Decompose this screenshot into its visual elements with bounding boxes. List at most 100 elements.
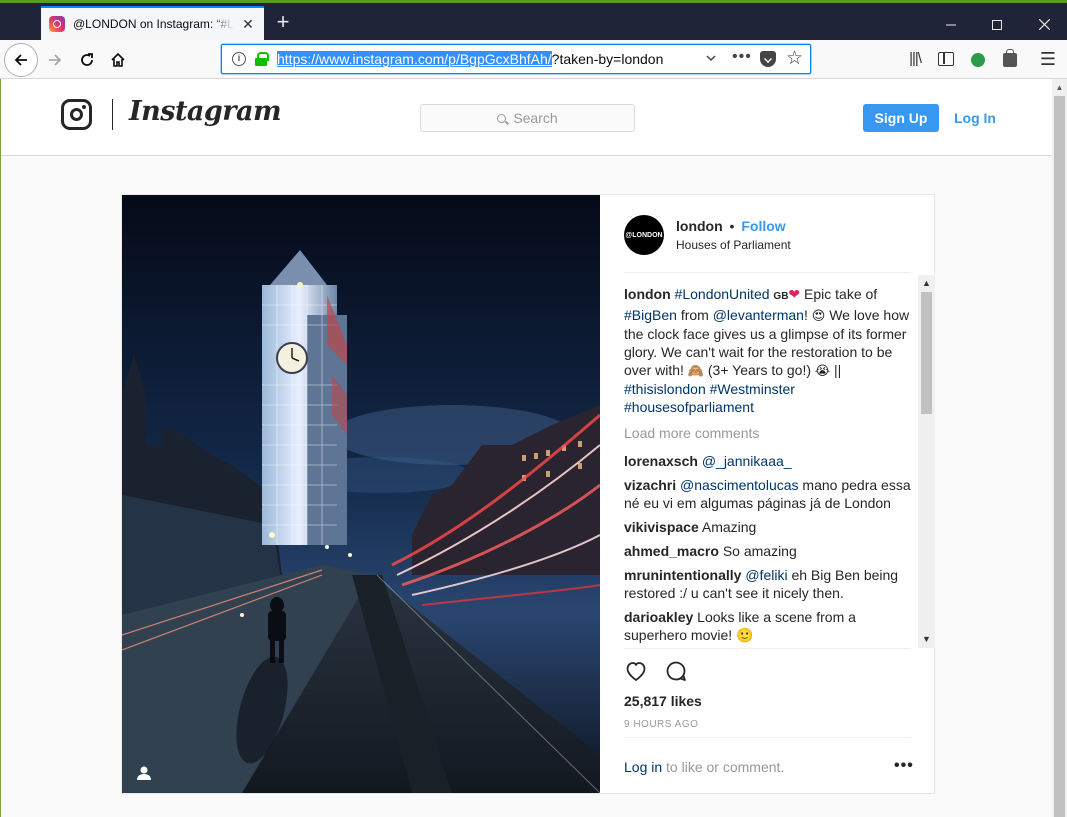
comment-username[interactable]: vikivispace <box>624 519 699 535</box>
post-timestamp[interactable]: 9 HOURS AGO <box>624 719 698 730</box>
comment-item: vikivispace Amazing <box>624 518 911 536</box>
bookmark-star-icon[interactable]: ☆ <box>786 47 803 70</box>
sidebar-icon[interactable] <box>936 49 956 69</box>
tab-close-icon[interactable]: ✕ <box>240 16 256 32</box>
search-icon <box>497 113 507 123</box>
page-scrollbar[interactable]: ▲ <box>1052 79 1067 817</box>
comment-item: mrunintentionally @feliki eh Big Ben bei… <box>624 566 911 602</box>
sign-up-button[interactable]: Sign Up <box>863 104 939 132</box>
hamburger-menu-icon[interactable]: ☰ <box>1038 49 1058 69</box>
comment-text: So amazing <box>722 543 797 559</box>
tab-title: @LONDON on Instagram: “#LondonUnited <box>73 17 234 31</box>
comment-username[interactable]: vizachri <box>624 477 676 493</box>
comment-username[interactable]: lorenaxsch <box>624 453 698 469</box>
log-in-link[interactable]: Log In <box>954 110 996 126</box>
pocket-icon[interactable] <box>760 51 776 67</box>
comments-list[interactable]: london #LondonUnited GB❤ Epic take of #B… <box>624 285 911 647</box>
caption: london #LondonUnited GB❤ Epic take of #B… <box>624 285 911 416</box>
search-placeholder: Search <box>513 110 558 126</box>
page-scrollbar-thumb[interactable] <box>1054 96 1065 817</box>
instagram-header: Instagram Search Sign Up Log In <box>1 79 1052 156</box>
hashtag-link[interactable]: #Westminster <box>710 381 795 397</box>
comment-username[interactable]: darioakley <box>624 609 693 625</box>
url-text[interactable]: https://www.instagram.com/p/BgpGcxBhfAh/… <box>277 51 663 67</box>
forward-button[interactable] <box>40 45 70 75</box>
comment-username[interactable]: mrunintentionally <box>624 567 741 583</box>
load-more-comments-link[interactable]: Load more comments <box>624 424 911 442</box>
login-link[interactable]: Log in <box>624 759 662 775</box>
mention-link[interactable]: @nascimentolucas <box>680 477 799 493</box>
comment-item: lorenaxsch @_jannikaaa_ <box>624 452 911 470</box>
crying-emoji: 😭 <box>814 363 831 378</box>
gb-flag-emoji: GB <box>773 291 789 302</box>
comment-icon[interactable] <box>664 659 688 683</box>
divider <box>624 648 911 649</box>
window-minimize-button[interactable] <box>928 6 974 43</box>
window-close-button[interactable] <box>1021 6 1067 43</box>
see-no-evil-emoji: 🙈 <box>687 363 704 378</box>
scrollbar-thumb[interactable] <box>921 292 932 414</box>
hashtag-link[interactable]: #LondonUnited <box>675 286 770 302</box>
post-owner-line: london • Follow <box>676 218 786 234</box>
comment-item: vizachri @nascimentolucas mano pedra ess… <box>624 476 911 512</box>
reload-button[interactable] <box>72 45 102 75</box>
divider <box>624 737 911 738</box>
browser-tab-active[interactable]: @LONDON on Instagram: “#LondonUnited ✕ <box>41 6 264 40</box>
login-prompt-text: to like or comment. <box>662 759 785 775</box>
heart-icon[interactable] <box>624 659 648 683</box>
comment-username[interactable]: ahmed_macro <box>624 543 719 559</box>
new-tab-button[interactable]: + <box>271 11 295 35</box>
hashtag-link[interactable]: #BigBen <box>624 307 677 323</box>
post-photo[interactable] <box>122 195 600 793</box>
mention-link[interactable]: @levanterman <box>713 307 804 323</box>
hashtag-link[interactable]: #thisislondon <box>624 381 706 397</box>
home-button[interactable] <box>103 45 133 75</box>
scroll-down-icon[interactable]: ▼ <box>918 631 935 648</box>
separator-dot: • <box>729 218 735 234</box>
hashtag-link[interactable]: #housesofparliament <box>624 399 754 415</box>
back-button[interactable] <box>4 43 38 77</box>
instagram-wordmark[interactable]: Instagram <box>129 96 282 127</box>
chevron-down-icon <box>706 55 716 62</box>
url-dropdown-icon[interactable] <box>706 52 716 66</box>
follow-button[interactable]: Follow <box>741 218 785 234</box>
extension-icon[interactable] <box>968 49 988 69</box>
minimize-icon <box>946 24 956 25</box>
more-options-button[interactable]: ••• <box>894 757 914 775</box>
library-icon[interactable]: |||\ <box>905 49 925 69</box>
post-location[interactable]: Houses of Parliament <box>676 238 791 252</box>
reload-icon <box>81 53 93 66</box>
comments-scrollbar[interactable]: ▲ ▼ <box>918 275 935 648</box>
avatar[interactable]: @LONDON <box>624 215 664 255</box>
post-sidebar: @LONDON london • Follow Houses of Parlia… <box>600 195 935 793</box>
site-info-icon[interactable]: i <box>232 52 246 66</box>
user-tag-icon[interactable] <box>136 765 152 781</box>
heart-emoji: ❤ <box>788 286 801 302</box>
instagram-favicon-icon <box>49 16 65 32</box>
scroll-up-icon[interactable]: ▲ <box>918 275 935 292</box>
close-icon <box>1038 19 1050 30</box>
caption-text: ! <box>803 307 812 323</box>
url-query-part: ?taken-by=london <box>551 51 664 67</box>
url-selected-part: https://www.instagram.com/p/BgpGcxBhfAh/ <box>277 51 552 67</box>
url-bar[interactable]: i https://www.instagram.com/p/BgpGcxBhfA… <box>221 44 811 74</box>
shopping-bag-icon[interactable] <box>1000 49 1020 69</box>
scroll-up-icon[interactable]: ▲ <box>1052 79 1067 96</box>
heart-eyes-emoji: 😍 <box>811 308 826 323</box>
instagram-camera-icon[interactable] <box>61 99 92 130</box>
page-actions-icon[interactable]: ••• <box>732 48 752 66</box>
caption-text: (3+ Years to go!) <box>704 362 815 378</box>
mention-link[interactable]: @feliki <box>745 567 787 583</box>
comment-username[interactable]: london <box>624 286 671 302</box>
comment-text: Amazing <box>701 519 757 535</box>
search-input[interactable]: Search <box>420 104 635 132</box>
caption-text: Epic take of <box>800 286 878 302</box>
owner-username[interactable]: london <box>676 218 723 234</box>
page-viewport: Instagram Search Sign Up Log In @LONDON … <box>0 79 1052 817</box>
mention-link[interactable]: @_jannikaaa_ <box>702 453 792 469</box>
comment-item: ahmed_macro So amazing <box>624 542 911 560</box>
likes-count[interactable]: 25,817 likes <box>624 693 702 709</box>
secure-lock-icon[interactable] <box>255 52 269 66</box>
window-maximize-button[interactable] <box>974 6 1020 43</box>
divider <box>624 272 911 273</box>
